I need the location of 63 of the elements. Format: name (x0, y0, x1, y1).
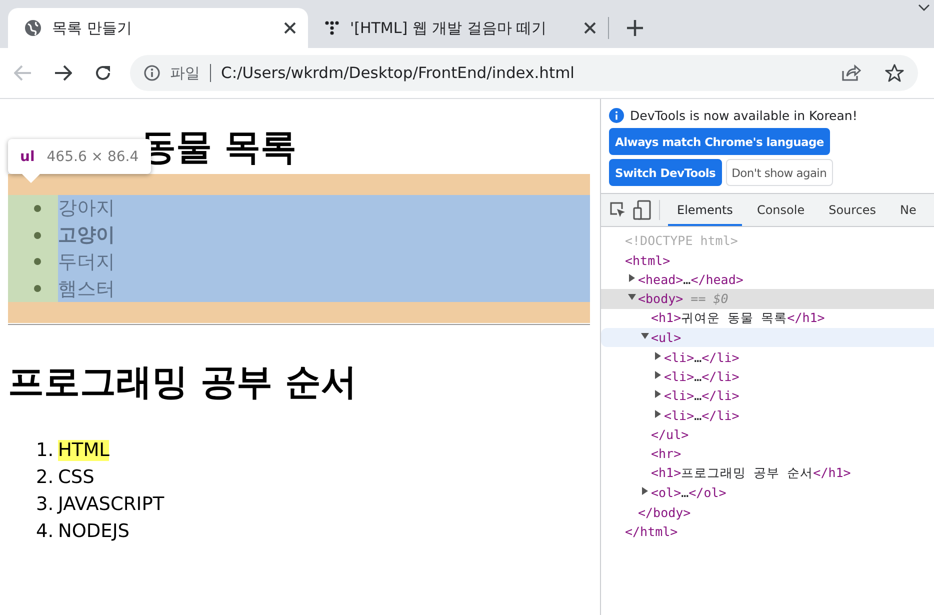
dom-node-line[interactable]: <li>…</li> (664, 408, 740, 423)
list-item: 고양이 (58, 223, 115, 248)
collapsed-arrow-icon[interactable] (654, 370, 662, 379)
list-number: 1. (36, 440, 52, 462)
dom-node-line[interactable]: <hr> (651, 446, 682, 462)
address-bar[interactable]: 파일 C:/Users/wkrdm/Desktop/FrontEnd/index.html (130, 55, 918, 91)
list-item: 햄스터 (58, 276, 115, 302)
dom-node-line[interactable]: <html> (625, 252, 670, 268)
notice-button[interactable]: Always match Chrome's language (609, 128, 830, 155)
dom-node-line[interactable]: </html> (625, 524, 678, 540)
collapsed-arrow-icon[interactable] (654, 390, 662, 398)
inspect-icon[interactable] (609, 201, 627, 219)
collapsed-arrow-icon[interactable] (628, 274, 636, 282)
list-item: NODEJS (58, 521, 130, 542)
devtools-tab[interactable]: Elements (668, 194, 742, 226)
list-item: 두더지 (58, 250, 115, 275)
info-icon (609, 108, 624, 123)
notice-text: DevTools is now available in Korean! (630, 108, 858, 123)
new-tab-icon[interactable] (627, 20, 643, 36)
page-heading: 프로그래밍 공부 순서 (8, 361, 358, 406)
dots-icon (324, 20, 340, 36)
devtools-tab[interactable]: Console (748, 194, 814, 226)
list-item: 강아지 (58, 196, 115, 222)
dom-node-line[interactable]: <li>…</li> (664, 368, 740, 384)
element-size: 465.6 × 86.4 (46, 148, 139, 164)
globe-icon (24, 19, 42, 37)
list-item: CSS (58, 467, 94, 488)
close-icon[interactable] (284, 22, 296, 34)
devtools-tab[interactable]: Sources (820, 194, 886, 226)
star-icon[interactable] (885, 64, 904, 82)
list-number: 4. (36, 521, 52, 542)
expanded-arrow-icon[interactable] (628, 293, 636, 302)
share-icon[interactable] (841, 64, 861, 82)
dom-node-line[interactable]: </ul> (651, 427, 689, 442)
browser-tab[interactable]: '[HTML] 웹 개발 걸음마 떼기 (308, 8, 608, 48)
dom-node-line[interactable]: <h1>프로그래밍 공부 순서</h1> (651, 464, 851, 482)
device-icon[interactable] (633, 200, 651, 220)
tag-name: ul (20, 148, 35, 164)
notice-button[interactable]: Switch DevTools (609, 159, 722, 186)
list-number: 2. (36, 467, 52, 488)
devtools-tab[interactable]: Ne (891, 194, 926, 226)
list-number: 3. (36, 494, 52, 516)
dom-node-line[interactable]: <h1>귀여운 동물 목록</h1> (651, 310, 825, 327)
dom-node-line[interactable]: <ul> (651, 330, 682, 346)
dom-node-line[interactable]: <li>…</li> (664, 350, 740, 365)
list-item: JAVASCRIPT (58, 494, 164, 516)
expanded-arrow-icon[interactable] (641, 332, 649, 340)
chevron-down-icon[interactable] (918, 4, 930, 12)
url-text: C:/Users/wkrdm/Desktop/FrontEnd/index.html (221, 64, 576, 82)
close-icon[interactable] (584, 22, 596, 34)
dom-node-line[interactable]: <li>…</li> (664, 388, 740, 404)
browser-tab[interactable]: 목록 만들기 (8, 8, 308, 48)
collapsed-arrow-icon[interactable] (654, 410, 662, 418)
dom-node-line[interactable]: <ol>…</ol> (651, 485, 726, 500)
notice-button[interactable]: Don't show again (726, 159, 833, 186)
collapsed-arrow-icon[interactable] (654, 352, 662, 360)
collapsed-arrow-icon[interactable] (641, 487, 649, 496)
info-icon[interactable] (144, 65, 160, 81)
dom-node-line[interactable]: </body> (638, 504, 691, 520)
forward-icon[interactable] (54, 65, 72, 81)
scheme-label: 파일 (170, 64, 200, 82)
dom-node-line[interactable]: <head>…</head> (638, 272, 744, 287)
reload-icon[interactable] (94, 64, 112, 82)
